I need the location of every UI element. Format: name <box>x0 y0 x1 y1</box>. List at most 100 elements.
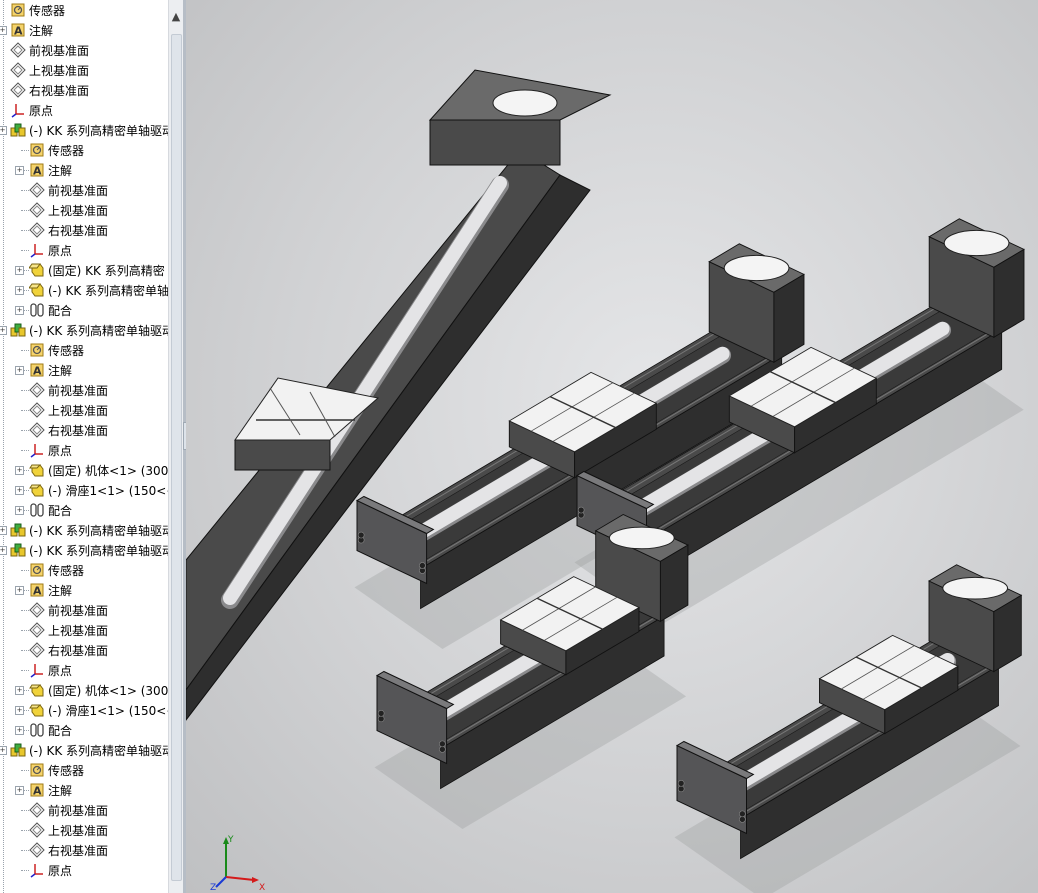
tree-subitem[interactable]: 原点 <box>29 660 72 680</box>
tree-guide-line <box>21 150 29 151</box>
tree-subitem[interactable]: 上视基准面 <box>29 400 108 420</box>
expand-icon[interactable]: + <box>15 166 24 175</box>
tree-subitem[interactable]: (-) 滑座1<1> (150<< <box>29 700 168 720</box>
expand-icon[interactable]: + <box>0 326 7 335</box>
tree-subitem[interactable]: (-) KK 系列高精密单轴 <box>29 280 168 300</box>
plane-icon <box>29 382 45 398</box>
tree-guide-line <box>21 250 29 251</box>
tree-subitem[interactable]: 右视基准面 <box>29 840 108 860</box>
assembly-icon <box>10 543 26 557</box>
tree-subitem[interactable]: 上视基准面 <box>29 200 108 220</box>
tree-item-label: (-) KK 系列高精密单轴 <box>48 283 168 298</box>
tree-subitem[interactable]: (-) 滑座1<1> (150<< <box>29 480 168 500</box>
tree-subitem[interactable]: 上视基准面 <box>29 620 108 640</box>
tree-subitem[interactable]: (固定) KK 系列高精密 <box>29 260 165 280</box>
expand-icon[interactable]: + <box>15 286 24 295</box>
tree-subitem[interactable]: 配合 <box>29 500 72 520</box>
expand-icon[interactable]: + <box>15 306 24 315</box>
tree-item[interactable]: (-) KK 系列高精密单轴驱动 <box>10 120 168 140</box>
tree-guide-line <box>21 830 29 831</box>
tree-subitem[interactable]: 原点 <box>29 440 72 460</box>
tree-item-label: 传感器 <box>48 343 85 358</box>
tree-item[interactable]: 右视基准面 <box>10 80 89 100</box>
expand-icon[interactable]: + <box>0 746 7 755</box>
tree-subitem[interactable]: 右视基准面 <box>29 420 108 440</box>
cap-screw <box>377 715 385 723</box>
tree-subitem[interactable]: 上视基准面 <box>29 820 108 840</box>
tree-subitem[interactable]: 配合 <box>29 720 72 740</box>
triad-x-arrow <box>252 877 259 883</box>
expand-icon[interactable]: + <box>15 726 24 735</box>
scroll-up-arrow-icon[interactable]: ▲ <box>169 8 183 26</box>
expand-icon[interactable]: + <box>15 366 24 375</box>
tree-subitem[interactable]: 前视基准面 <box>29 800 108 820</box>
expand-icon[interactable]: + <box>15 506 24 515</box>
cap-screw <box>439 746 446 753</box>
tree-subitem[interactable]: A 注解 <box>29 780 72 800</box>
expand-icon[interactable]: + <box>15 786 24 795</box>
tree-subitem[interactable]: 前视基准面 <box>29 380 108 400</box>
part-icon <box>29 464 44 477</box>
tree-item[interactable]: 传感器 <box>10 0 65 20</box>
tree-item[interactable]: 前视基准面 <box>10 40 89 60</box>
carriage-front <box>234 439 331 471</box>
plane-icon <box>29 402 45 418</box>
tree-subitem[interactable]: 传感器 <box>29 760 84 780</box>
tree-item-label: 右视基准面 <box>29 83 90 98</box>
expand-icon[interactable]: + <box>0 126 7 135</box>
tree-subitem[interactable]: 传感器 <box>29 340 84 360</box>
tree-subitem[interactable]: 传感器 <box>29 560 84 580</box>
origin-icon <box>30 864 43 878</box>
tree-guide-line <box>21 810 29 811</box>
tree-item[interactable]: (-) KK 系列高精密单轴驱动 <box>10 320 168 340</box>
svg-text:A: A <box>33 165 42 178</box>
tree-subitem[interactable]: A 注解 <box>29 580 72 600</box>
tree-subitem[interactable]: A 注解 <box>29 160 72 180</box>
tree-subitem[interactable]: 右视基准面 <box>29 220 108 240</box>
expand-icon[interactable]: + <box>0 546 7 555</box>
tree-item-label: 前视基准面 <box>29 43 90 58</box>
svg-text:A: A <box>33 785 42 798</box>
tree-subitem[interactable]: 前视基准面 <box>29 600 108 620</box>
expand-icon[interactable]: + <box>15 486 24 495</box>
tree-scrollbar[interactable]: ▲ <box>168 0 183 893</box>
expand-icon[interactable]: + <box>15 266 24 275</box>
expand-icon[interactable]: + <box>0 526 7 535</box>
tree-subitem[interactable]: (固定) 机体<1> (300- <box>29 680 168 700</box>
tree-item[interactable]: (-) KK 系列高精密单轴驱动 <box>10 520 168 540</box>
tree-item[interactable]: A 注解 <box>10 20 53 40</box>
expand-icon[interactable]: + <box>15 706 24 715</box>
tree-subitem[interactable]: 右视基准面 <box>29 640 108 660</box>
cap-screw <box>419 562 426 569</box>
tree-item-label: 右视基准面 <box>48 423 109 438</box>
tree-subitem[interactable]: A 注解 <box>29 360 72 380</box>
expand-icon[interactable]: + <box>0 26 7 35</box>
graphics-area[interactable]: Y X Z <box>186 0 1038 893</box>
expand-icon[interactable]: + <box>15 466 24 475</box>
assembly-icon <box>10 323 26 337</box>
tree-subitem[interactable]: 传感器 <box>29 140 84 160</box>
cap-screw <box>739 810 746 818</box>
part-icon <box>29 704 44 717</box>
tree-item[interactable]: 原点 <box>10 100 53 120</box>
tree-subitem[interactable]: 原点 <box>29 240 72 260</box>
tree-subitem[interactable]: 前视基准面 <box>29 180 108 200</box>
tree-item-label: 上视基准面 <box>48 623 109 638</box>
tree-item[interactable]: 上视基准面 <box>10 60 89 80</box>
tree-item[interactable]: (-) KK 系列高精密单轴驱动 <box>10 540 168 560</box>
tree-item-label: 注解 <box>48 363 73 378</box>
svg-text:A: A <box>33 365 42 378</box>
tree-subitem[interactable]: 配合 <box>29 300 72 320</box>
scroll-thumb[interactable] <box>171 34 182 881</box>
motor-mount-hole <box>943 229 1010 257</box>
expand-icon[interactable]: + <box>15 586 24 595</box>
cap-screw <box>677 779 685 787</box>
tree-guide-line <box>21 210 29 211</box>
tree-subitem[interactable]: (固定) 机体<1> (300- <box>29 460 168 480</box>
cad-model-scene[interactable] <box>186 0 1038 893</box>
tree-item[interactable]: (-) KK 系列高精密单轴驱动 <box>10 740 168 760</box>
tree-subitem[interactable]: 原点 <box>29 860 72 880</box>
tree-guide-line <box>21 650 29 651</box>
tree-item-label: 上视基准面 <box>48 203 109 218</box>
expand-icon[interactable]: + <box>15 686 24 695</box>
